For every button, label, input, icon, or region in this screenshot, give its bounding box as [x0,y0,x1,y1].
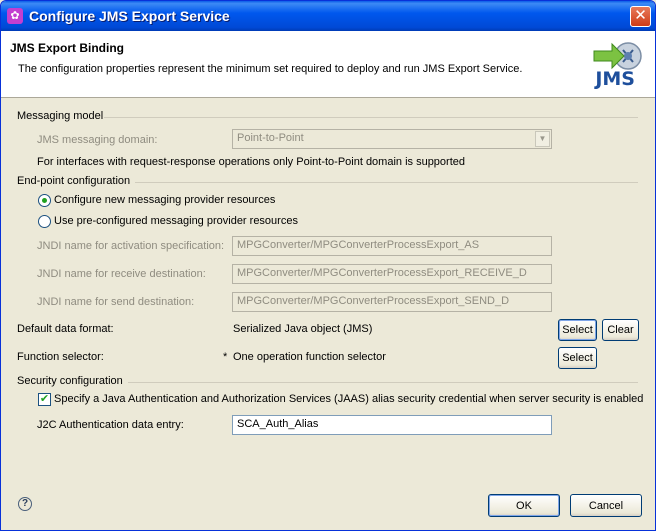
help-icon[interactable]: ? [18,497,32,511]
jaas-checkbox-label[interactable]: Specify a Java Authentication and Author… [54,393,643,405]
section-divider [104,117,638,118]
required-marker: * [223,351,228,363]
data-format-clear-button[interactable]: Clear [602,319,639,341]
dialog-window: ✿ Configure JMS Export Service ✕ JMS Exp… [0,0,656,531]
radio-configure-new[interactable] [38,194,51,207]
title-bar[interactable]: ✿ Configure JMS Export Service ✕ [1,1,655,31]
ok-button[interactable]: OK [488,494,560,517]
dialog-header: JMS Export Binding The configuration pro… [1,31,655,98]
data-format-value: Serialized Java object (JMS) [233,323,373,335]
messaging-domain-note: For interfaces with request-response ope… [37,156,466,168]
j2c-auth-input[interactable]: SCA_Auth_Alias [232,415,552,435]
app-icon: ✿ [7,8,23,24]
header-title: JMS Export Binding [10,41,124,55]
jaas-checkbox[interactable]: ✔ [38,393,51,406]
section-divider [128,382,638,383]
activation-spec-input[interactable]: MPGConverter/MPGConverterProcessExport_A… [232,236,552,256]
header-description: The configuration properties represent t… [18,63,523,75]
messaging-model-heading: Messaging model [17,110,104,122]
logo-text: JMS [595,68,635,90]
radio-use-preconfigured-label[interactable]: Use pre-configured messaging provider re… [54,215,298,227]
receive-destination-label: JNDI name for receive destination: [37,268,206,280]
send-destination-input[interactable]: MPGConverter/MPGConverterProcessExport_S… [232,292,552,312]
function-selector-value: One operation function selector [233,351,386,363]
j2c-auth-label: J2C Authentication data entry: [37,419,184,431]
function-selector-select-button[interactable]: Select [558,347,597,369]
chevron-down-icon[interactable]: ▼ [535,131,550,147]
cancel-button[interactable]: Cancel [570,494,642,517]
activation-spec-label: JNDI name for activation specification: [37,240,225,252]
radio-configure-new-label[interactable]: Configure new messaging provider resourc… [54,194,275,206]
section-divider [135,182,638,183]
data-format-select-button[interactable]: Select [558,319,597,341]
send-destination-label: JNDI name for send destination: [37,296,195,308]
messaging-domain-select[interactable]: Point-to-Point ▼ [232,129,552,149]
endpoint-heading: End-point configuration [17,175,131,187]
close-button[interactable]: ✕ [630,6,651,27]
function-selector-label: Function selector: [17,351,104,363]
messaging-domain-label: JMS messaging domain: [37,134,158,146]
window-title: Configure JMS Export Service [29,8,230,24]
data-format-label: Default data format: [17,323,114,335]
receive-destination-input[interactable]: MPGConverter/MPGConverterProcessExport_R… [232,264,552,284]
radio-use-preconfigured[interactable] [38,215,51,228]
security-heading: Security configuration [17,375,123,387]
messaging-domain-value: Point-to-Point [237,132,304,144]
